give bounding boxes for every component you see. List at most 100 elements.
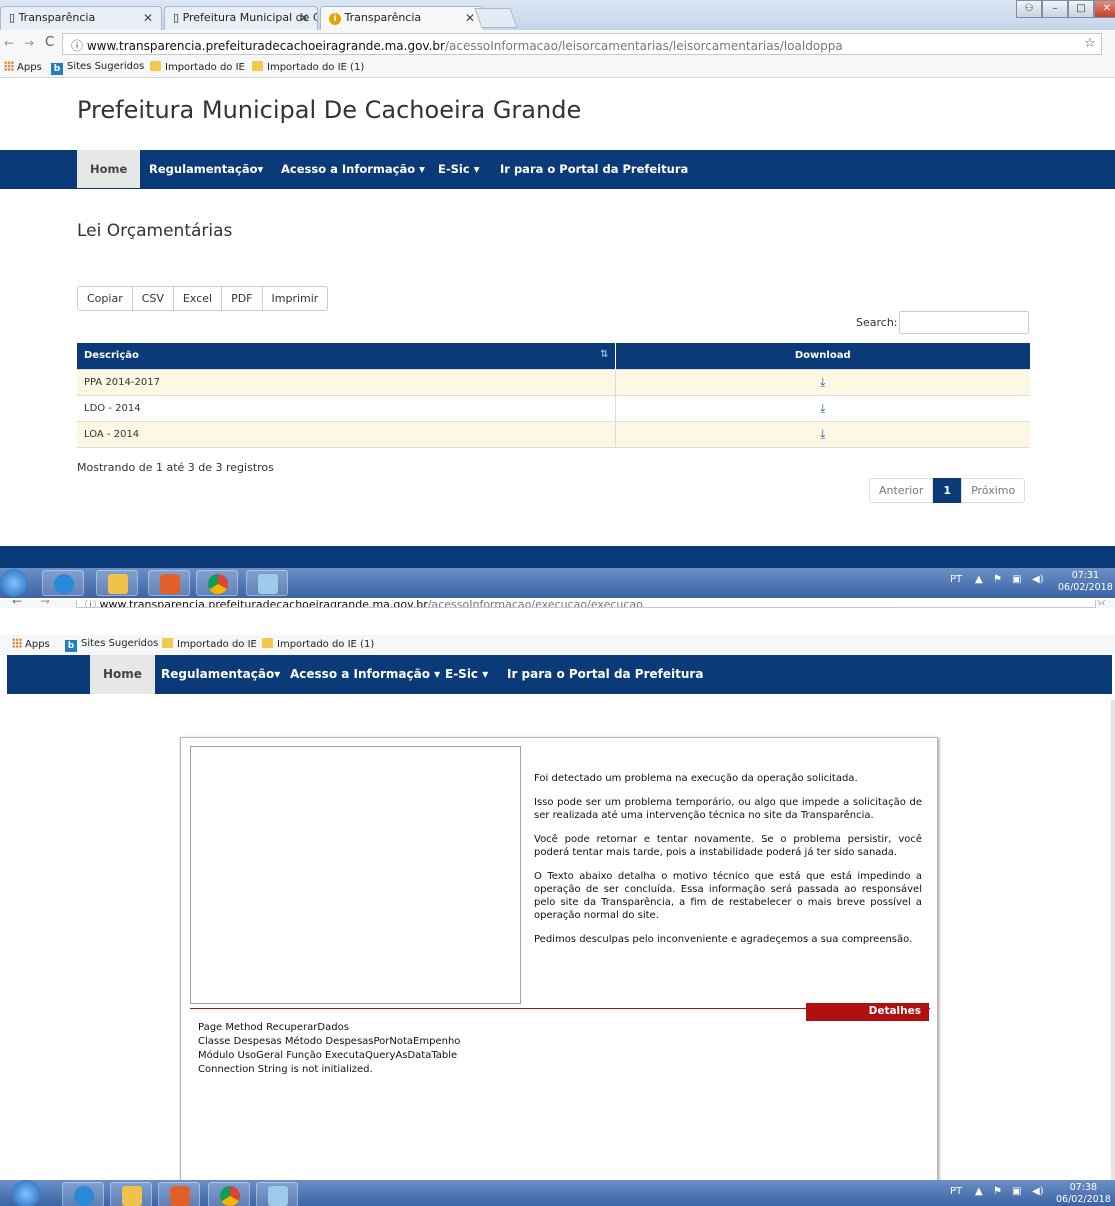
volume-icon[interactable]: ◀) [1032, 1186, 1044, 1197]
paint-icon[interactable] [256, 1182, 298, 1206]
browser-tab[interactable]: ▯ Prefeitura Municipal de C ✕ [164, 6, 318, 30]
show-hidden-icons-icon[interactable]: ▲ [975, 1186, 983, 1197]
excel-button[interactable]: Excel [173, 286, 223, 311]
pdf-button[interactable]: PDF [222, 286, 263, 311]
star-icon[interactable]: ☆ [1084, 36, 1096, 51]
details-line: Módulo UsoGeral Função ExecutaQueryAsDat… [198, 1050, 458, 1061]
nav-home[interactable]: Home [90, 655, 155, 694]
next-page-button[interactable]: Próximo [961, 478, 1026, 503]
tab-label: Transparência [344, 11, 422, 24]
action-center-icon[interactable]: ▣ [1012, 1186, 1021, 1197]
start-button-icon[interactable] [12, 1180, 40, 1206]
bookmark-importado-ie-1[interactable]: Importado do IE (1) [262, 638, 374, 650]
start-button-icon[interactable] [0, 569, 28, 597]
nav-regulamentacao[interactable]: Regulamentação▾ [161, 655, 280, 693]
bookmarks-bar: Apps b Sites Sugeridos Importado do IE Im… [0, 635, 1115, 655]
copy-button[interactable]: Copiar [77, 286, 133, 311]
action-center-icon[interactable]: ▣ [1012, 574, 1021, 585]
bookmark-apps[interactable]: Apps [4, 61, 42, 73]
error-image-placeholder [190, 746, 521, 1004]
nav-regulamentacao[interactable]: Regulamentação▾ [149, 150, 263, 188]
nav-acesso-informacao[interactable]: Acesso a Informação ▾ [290, 655, 440, 693]
scrollbar[interactable] [1111, 700, 1115, 1180]
user-icon[interactable]: ⚇ [1016, 0, 1042, 18]
maximize-icon[interactable]: □ [1068, 0, 1094, 18]
nav-esic[interactable]: E-Sic ▾ [445, 655, 488, 693]
info-icon: ⓘ [85, 600, 96, 608]
error-paragraph: Isso pode ser um problema temporário, ou… [534, 797, 922, 821]
chrome-icon[interactable] [196, 570, 238, 596]
download-icon[interactable]: ⤓ [615, 394, 1030, 421]
bookmark-sites-sugeridos[interactable]: b Sites Sugeridos [51, 61, 144, 75]
bing-icon: b [65, 640, 77, 652]
system-clock[interactable]: 07:38 06/02/2018 [1056, 1182, 1111, 1206]
system-clock[interactable]: 07:31 06/02/2018 [1058, 570, 1113, 594]
new-tab-button[interactable] [474, 8, 518, 28]
print-button[interactable]: Imprimir [262, 286, 329, 311]
column-header-descricao[interactable]: Descrição ⇅ [77, 343, 616, 369]
network-status-icon[interactable]: ⚑ [993, 1186, 1002, 1197]
previous-page-button[interactable]: Anterior [869, 478, 934, 503]
bookmark-importado-ie[interactable]: Importado do IE [150, 61, 245, 73]
nav-portal-prefeitura[interactable]: Ir para o Portal da Prefeitura [500, 150, 688, 188]
media-player-icon[interactable] [148, 570, 190, 596]
details-line: Page Method RecuperarDados [198, 1022, 349, 1033]
caret-down-icon: ▾ [482, 667, 489, 681]
show-hidden-icons-icon[interactable]: ▲ [975, 574, 983, 585]
browser-tab-active[interactable]: i Transparência ✕ [320, 6, 484, 30]
language-indicator[interactable]: PT [950, 1186, 962, 1197]
url-domain: www.transparencia.prefeituradecachoeirag… [86, 39, 445, 53]
error-paragraph: Foi detectado um problema na execução da… [534, 773, 858, 784]
close-icon[interactable]: ✕ [465, 11, 475, 25]
chrome-icon[interactable] [208, 1182, 250, 1206]
bookmarks-bar: Apps b Sites Sugeridos Importado do IE Im… [0, 58, 1115, 78]
error-paragraph: Pedimos desculpas pelo inconveniente e a… [534, 934, 913, 945]
folder-icon [150, 61, 161, 71]
star-icon[interactable]: ☆ [1096, 600, 1107, 608]
network-status-icon[interactable]: ⚑ [993, 574, 1002, 585]
reload-icon[interactable]: C [45, 35, 54, 50]
site-title: Prefeitura Municipal De Cachoeira Grande [77, 96, 582, 124]
internet-explorer-icon[interactable] [42, 570, 84, 596]
internet-explorer-icon[interactable] [62, 1182, 104, 1206]
nav-acesso-informacao[interactable]: Acesso a Informação ▾ [281, 150, 425, 188]
windows-taskbar: PT ▲ ⚑ ▣ ◀) 07:31 06/02/2018 [0, 568, 1115, 598]
back-icon[interactable]: ← [4, 36, 14, 50]
close-icon[interactable]: ✕ [299, 11, 309, 25]
caret-down-icon: ▾ [419, 162, 425, 176]
bing-icon: b [51, 63, 63, 75]
forward-icon[interactable]: → [24, 36, 34, 50]
file-explorer-icon[interactable] [96, 570, 138, 596]
page-1-button[interactable]: 1 [933, 478, 962, 503]
details-button[interactable]: Detalhes [806, 1003, 929, 1021]
file-explorer-icon[interactable] [110, 1182, 152, 1206]
csv-button[interactable]: CSV [132, 286, 174, 311]
minimize-icon[interactable]: – [1042, 0, 1068, 18]
browser-tab[interactable]: ▯ Transparência ✕ [0, 6, 162, 30]
paint-icon[interactable] [246, 570, 288, 596]
nav-esic[interactable]: E-Sic ▾ [438, 150, 479, 188]
nav-home[interactable]: Home [77, 150, 141, 188]
volume-icon[interactable]: ◀) [1032, 574, 1044, 585]
close-window-icon[interactable]: ✕ [1094, 0, 1115, 18]
media-player-icon[interactable] [158, 1182, 200, 1206]
back-icon[interactable]: ← [12, 600, 22, 608]
close-icon[interactable]: ✕ [143, 11, 153, 25]
forward-icon[interactable]: → [40, 600, 50, 608]
download-icon[interactable]: ⤓ [615, 420, 1030, 448]
language-indicator[interactable]: PT [950, 574, 962, 585]
bookmark-importado-ie[interactable]: Importado do IE [162, 638, 257, 650]
bookmark-sites-sugeridos[interactable]: b Sites Sugeridos [65, 638, 158, 652]
bookmark-apps[interactable]: Apps [12, 638, 50, 650]
tab-label: Prefeitura Municipal de C [182, 11, 318, 24]
download-icon[interactable]: ⤓ [615, 368, 1030, 395]
column-header-download: Download [615, 343, 1030, 369]
browser-tab-strip: ▯ Transparência ✕ ▯ Prefeitura Municipal… [0, 0, 1115, 30]
search-input[interactable] [899, 311, 1029, 334]
url-input[interactable]: ⓘ www.transparencia.prefeituradecachoeir… [62, 33, 1102, 55]
url-input[interactable]: ⓘ www.transparencia.prefeituradecachoeir… [76, 600, 1096, 608]
bookmark-importado-ie-1[interactable]: Importado do IE (1) [252, 61, 364, 73]
nav-portal-prefeitura[interactable]: Ir para o Portal da Prefeitura [507, 655, 703, 693]
data-table: Descrição ⇅ Download PPA 2014-2017 ⤓ LDO… [77, 343, 1030, 448]
caret-down-icon: ▾ [434, 667, 441, 681]
